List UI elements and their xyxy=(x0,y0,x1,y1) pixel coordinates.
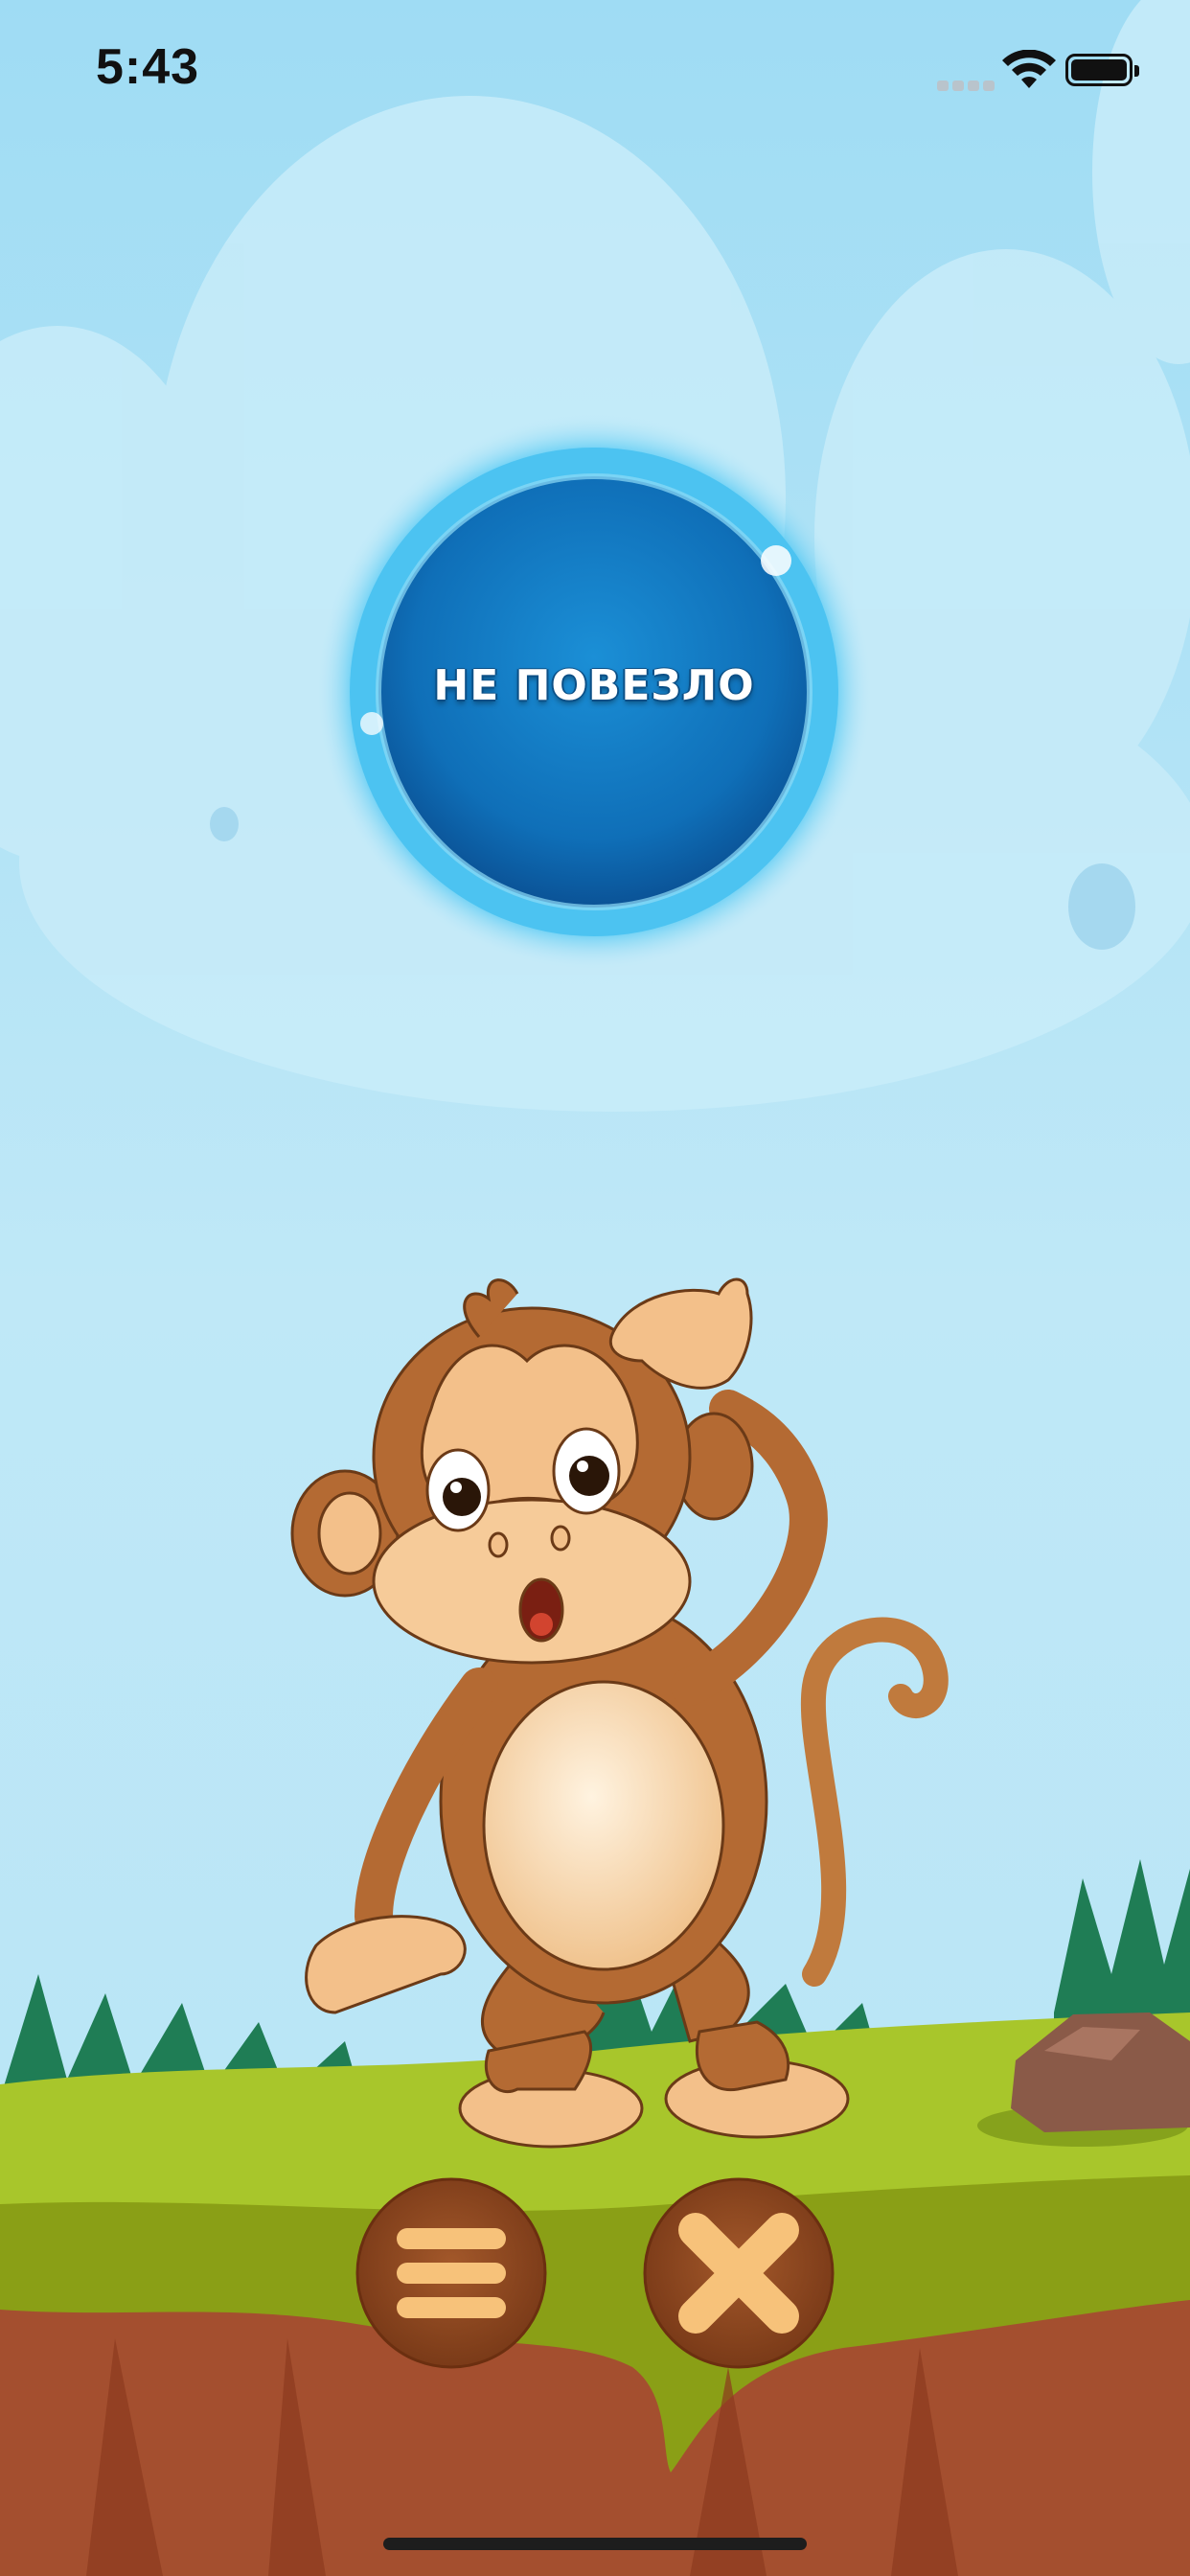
bubble-speck xyxy=(1068,863,1135,950)
status-time: 5:43 xyxy=(96,39,200,95)
cellular-signal-icon xyxy=(937,77,998,95)
menu-button[interactable] xyxy=(357,2179,545,2367)
battery-icon xyxy=(1065,54,1139,86)
wifi-icon xyxy=(1002,50,1056,88)
game-scene xyxy=(0,0,1190,2576)
home-indicator xyxy=(383,2538,807,2550)
status-bar: 5:43 xyxy=(0,0,1190,144)
result-message: НЕ ПОВЕЗЛО xyxy=(433,661,755,710)
bubble-speck xyxy=(210,807,239,841)
close-button[interactable] xyxy=(645,2179,833,2367)
